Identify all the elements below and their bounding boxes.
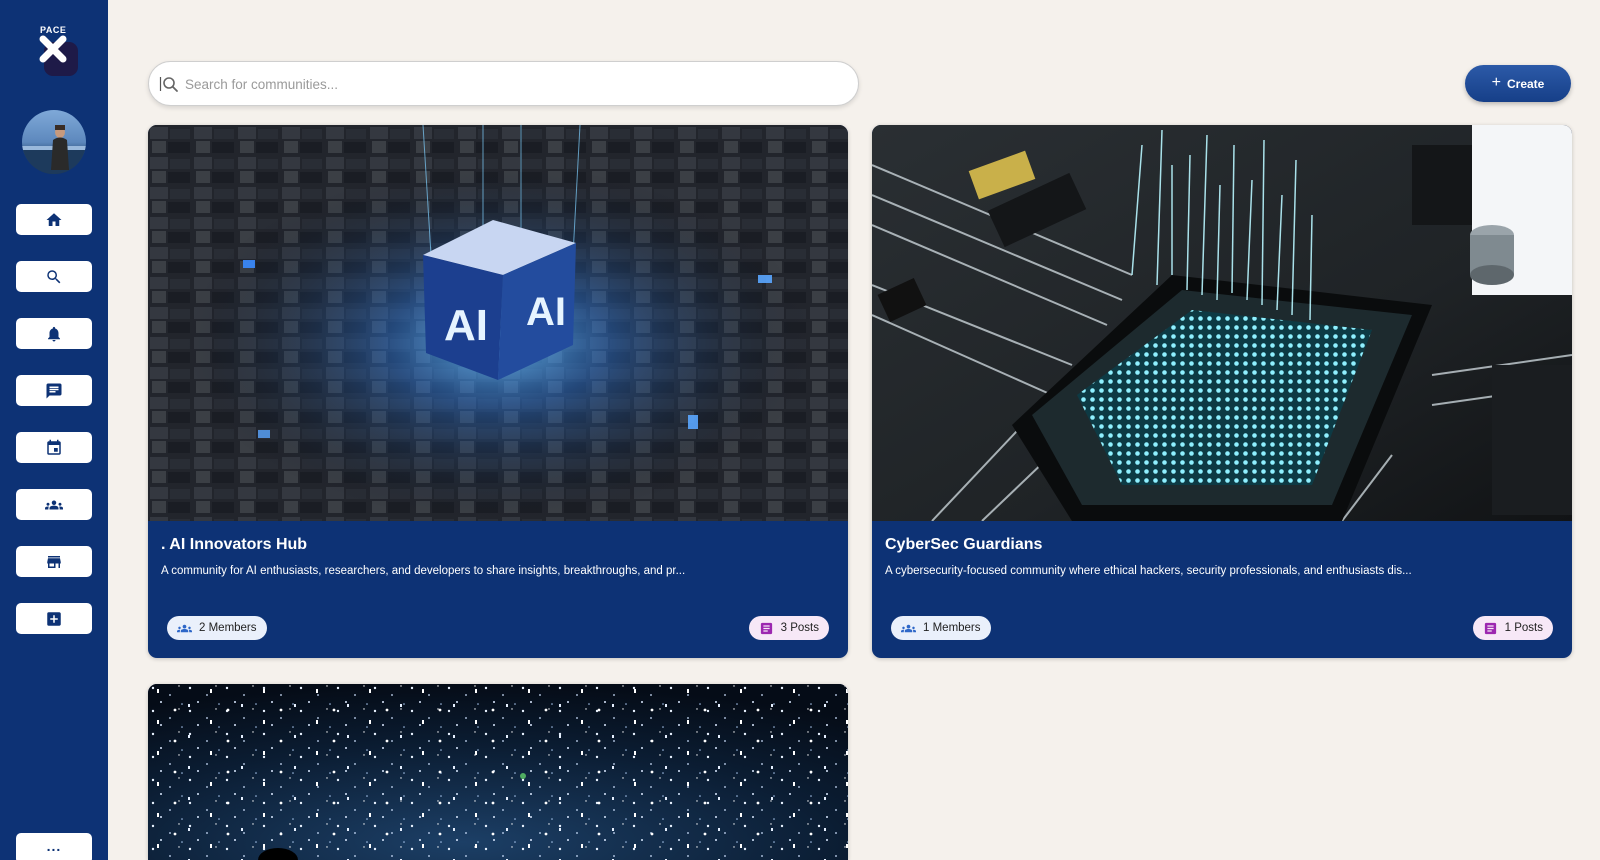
search-input[interactable] <box>185 72 835 96</box>
community-description: A cybersecurity-focused community where … <box>885 565 1412 577</box>
nav-search-button[interactable] <box>16 261 92 292</box>
members-icon <box>177 624 192 632</box>
community-cover-image <box>872 125 1572 521</box>
posts-icon <box>760 622 772 634</box>
avatar-photo <box>22 125 86 174</box>
posts-count: 1 Posts <box>1504 622 1543 634</box>
search-icon <box>47 269 61 283</box>
posts-count: 3 Posts <box>780 622 819 634</box>
more-button[interactable]: ... <box>16 833 92 860</box>
nav-marketplace-button[interactable] <box>16 546 92 577</box>
community-title[interactable]: . AI Innovators Hub <box>161 536 307 554</box>
groups-icon <box>45 500 63 509</box>
bell-icon <box>48 326 60 341</box>
nav-create-button[interactable] <box>16 603 92 634</box>
logo-text: PACE <box>40 25 67 35</box>
card-body: . AI Innovators Hub A community for AI e… <box>148 521 848 658</box>
avatar[interactable] <box>22 110 86 174</box>
create-button[interactable]: + Create <box>1465 65 1571 102</box>
community-card[interactable] <box>148 684 848 860</box>
svg-text:AI: AI <box>444 301 488 350</box>
nav-communities-button[interactable] <box>16 489 92 520</box>
store-icon <box>47 555 61 568</box>
members-badge: 1 Members <box>891 616 991 640</box>
members-count: 2 Members <box>199 622 257 634</box>
members-icon <box>901 624 916 632</box>
search-icon <box>159 77 178 92</box>
community-card[interactable]: CyberSec Guardians A cybersecurity-focus… <box>872 125 1572 658</box>
posts-badge: 1 Posts <box>1472 616 1553 640</box>
members-count: 1 Members <box>923 622 981 634</box>
nav-messages-button[interactable] <box>16 375 92 406</box>
community-description: A community for AI enthusiasts, research… <box>161 565 686 577</box>
members-badge: 2 Members <box>167 616 267 640</box>
community-cover-image: AI AI <box>148 125 848 521</box>
community-title[interactable]: CyberSec Guardians <box>885 536 1042 554</box>
create-label: Create <box>1506 76 1545 91</box>
plus-icon: + <box>1491 74 1501 91</box>
community-cover-image <box>148 684 848 860</box>
calendar-icon <box>47 439 61 455</box>
nav-home-button[interactable] <box>16 204 92 235</box>
community-card[interactable]: AI AI . AI Innovators Hub A community fo… <box>148 125 848 658</box>
pace-logo[interactable]: PACE <box>36 22 82 76</box>
posts-icon <box>1484 622 1496 634</box>
nav-events-button[interactable] <box>16 432 92 463</box>
home-icon <box>46 212 62 226</box>
x-logo-icon <box>39 35 67 63</box>
nav-notifications-button[interactable] <box>16 318 92 349</box>
more-label: ... <box>46 838 62 854</box>
card-body: CyberSec Guardians A cybersecurity-focus… <box>872 521 1572 658</box>
search-bar[interactable] <box>148 61 859 106</box>
posts-badge: 3 Posts <box>748 616 829 640</box>
svg-text:AI: AI <box>526 290 566 334</box>
sidebar: PACE ... <box>0 0 108 860</box>
chat-icon <box>46 383 62 398</box>
add-box-icon <box>47 611 61 626</box>
